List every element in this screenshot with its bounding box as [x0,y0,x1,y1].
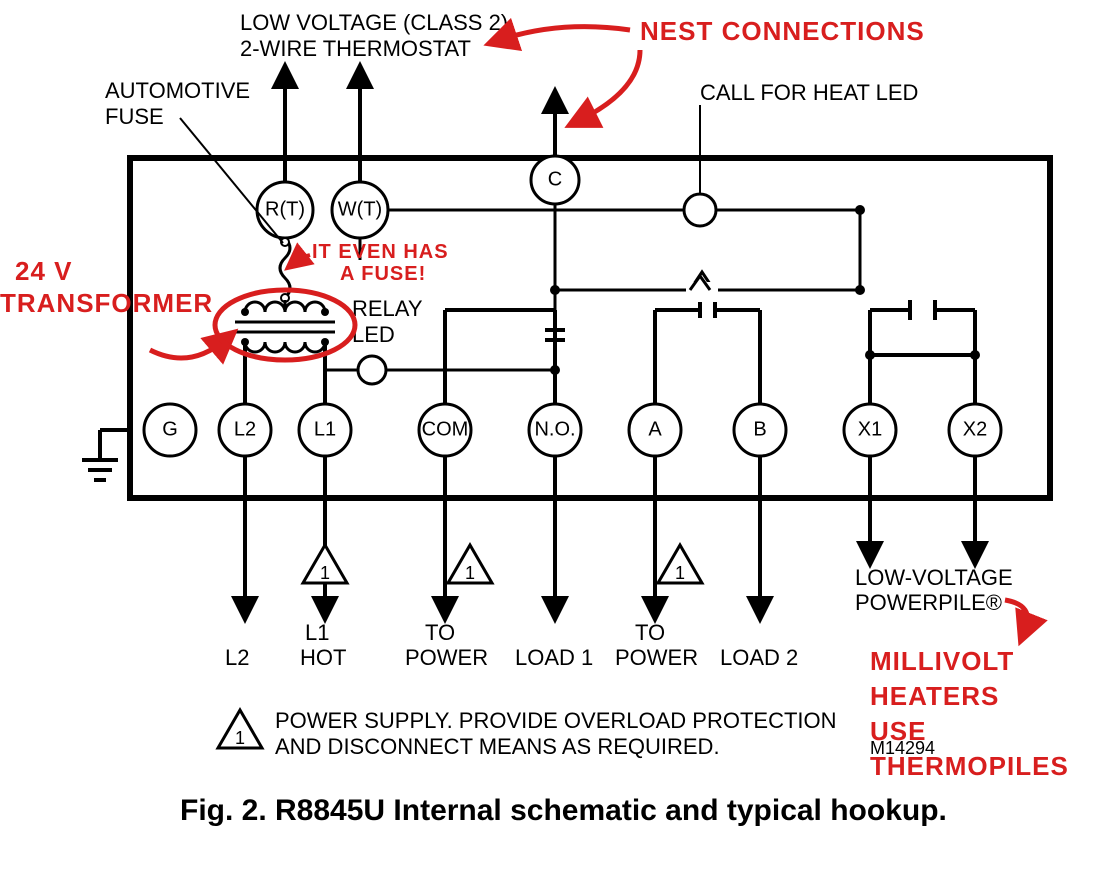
svg-text:1: 1 [320,563,330,583]
terminal-x2-label: X2 [963,418,987,440]
call-for-heat-label: CALL FOR HEAT LED [700,80,918,105]
bottom-lvp2: POWERPILE® [855,590,1002,615]
title-line1: LOW VOLTAGE (CLASS 2) [240,10,508,35]
figure-caption: Fig. 2. R8845U Internal schematic and ty… [180,794,947,827]
bottom-load2: LOAD 2 [720,645,798,670]
svg-text:1: 1 [675,563,685,583]
terminal-l1-label: L1 [314,418,336,440]
terminal-c-label: C [548,168,562,190]
terminal-no-label: N.O. [534,418,575,440]
bottom-to1a: TO [425,620,455,645]
relay-led-label: LED [352,322,395,347]
annotation-24v: 24 V [15,256,73,286]
bottom-to2b: POWER [615,645,698,670]
bottom-to2a: TO [635,620,665,645]
annotation-mv2: HEATERS [870,681,999,711]
terminal-x1-label: X1 [858,418,882,440]
bottom-to1b: POWER [405,645,488,670]
terminal-rt-label: R(T) [265,198,305,220]
terminal-a-label: A [648,418,662,440]
legend-triangle: 1 [218,710,262,748]
annotation-transformer: TRANSFORMER [0,288,213,318]
annotation-mv3: USE [870,716,926,746]
bottom-l2: L2 [225,645,249,670]
terminal-l2-label: L2 [234,418,256,440]
bottom-lvp1: LOW-VOLTAGE [855,565,1013,590]
annotation-mv1: MILLIVOLT [870,646,1014,676]
terminal-row: G L2 L1 COM N.O. A B X1 X2 [144,404,1001,456]
note-triangle-2: 1 [448,545,492,583]
bottom-load1: LOAD 1 [515,645,593,670]
transformer-icon [235,302,335,352]
terminal-wt-label: W(T) [338,198,382,220]
annotation-nest: NEST CONNECTIONS [640,16,925,46]
annotation-powerpile-arrow [1005,600,1028,630]
annotation-nest-arrow1 [500,27,630,40]
bottom-l1b: HOT [300,645,346,670]
annotation-nest-arrow2 [580,50,640,120]
annotation-mv4: THERMOPILES [870,751,1069,781]
relay-led-icon [358,356,386,384]
auto-fuse-line2: FUSE [105,104,164,129]
title-line2: 2-WIRE THERMOSTAT [240,36,471,61]
relay-label: RELAY [352,296,423,321]
annotation-fuse1: IT EVEN HAS [312,241,449,263]
bottom-l1a: L1 [305,620,329,645]
annotation-fuse2: A FUSE! [340,263,426,285]
call-led-icon [684,194,716,226]
terminal-b-label: B [753,418,766,440]
legend-line1: POWER SUPPLY. PROVIDE OVERLOAD PROTECTIO… [275,708,837,733]
terminal-com-label: COM [422,418,469,440]
svg-text:1: 1 [235,728,245,748]
svg-text:1: 1 [465,563,475,583]
annotation-fuse-arrow [295,255,310,262]
note-triangle-1: 1 [303,545,347,583]
note-triangle-3: 1 [658,545,702,583]
auto-fuse-line1: AUTOMOTIVE [105,78,250,103]
annotation-xfmr-arrow [150,340,225,358]
terminal-g-label: G [162,418,178,440]
legend-line2: AND DISCONNECT MEANS AS REQUIRED. [275,734,720,759]
